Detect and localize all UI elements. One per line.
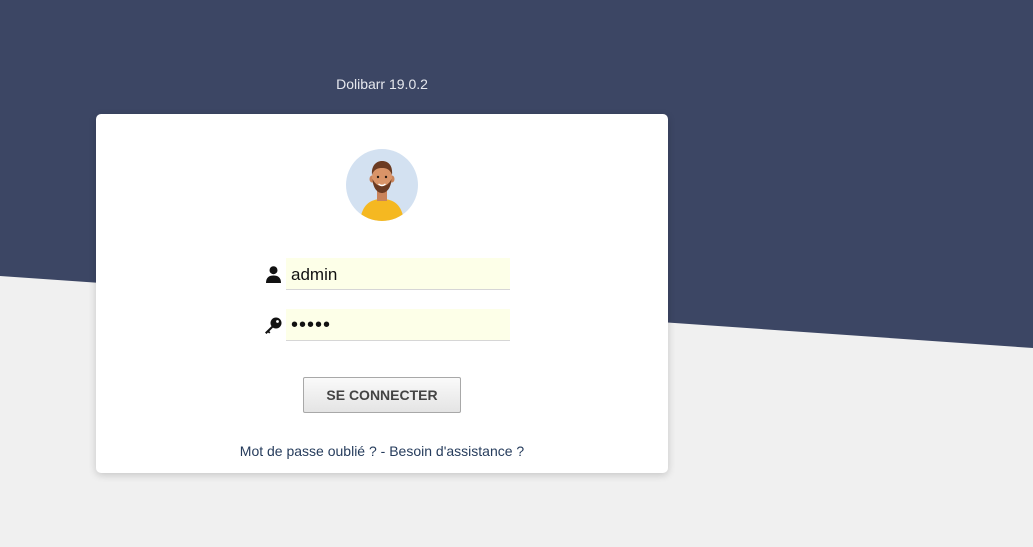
- username-row: [260, 257, 510, 291]
- user-icon: [260, 263, 286, 285]
- password-input[interactable]: [286, 309, 510, 341]
- login-button[interactable]: SE CONNECTER: [303, 377, 461, 413]
- links-separator: -: [376, 443, 390, 459]
- help-links: Mot de passe oublié ? - Besoin d'assista…: [96, 443, 668, 459]
- avatar: [346, 149, 418, 221]
- app-version: Dolibarr 19.0.2: [336, 76, 428, 92]
- avatar-illustration: [360, 161, 404, 221]
- key-icon: [260, 314, 286, 336]
- password-row: [260, 308, 510, 342]
- forgot-password-link[interactable]: Mot de passe oublié ?: [240, 443, 377, 459]
- username-input[interactable]: [286, 258, 510, 290]
- login-card: SE CONNECTER Mot de passe oublié ? - Bes…: [96, 114, 668, 473]
- help-link[interactable]: Besoin d'assistance ?: [389, 443, 524, 459]
